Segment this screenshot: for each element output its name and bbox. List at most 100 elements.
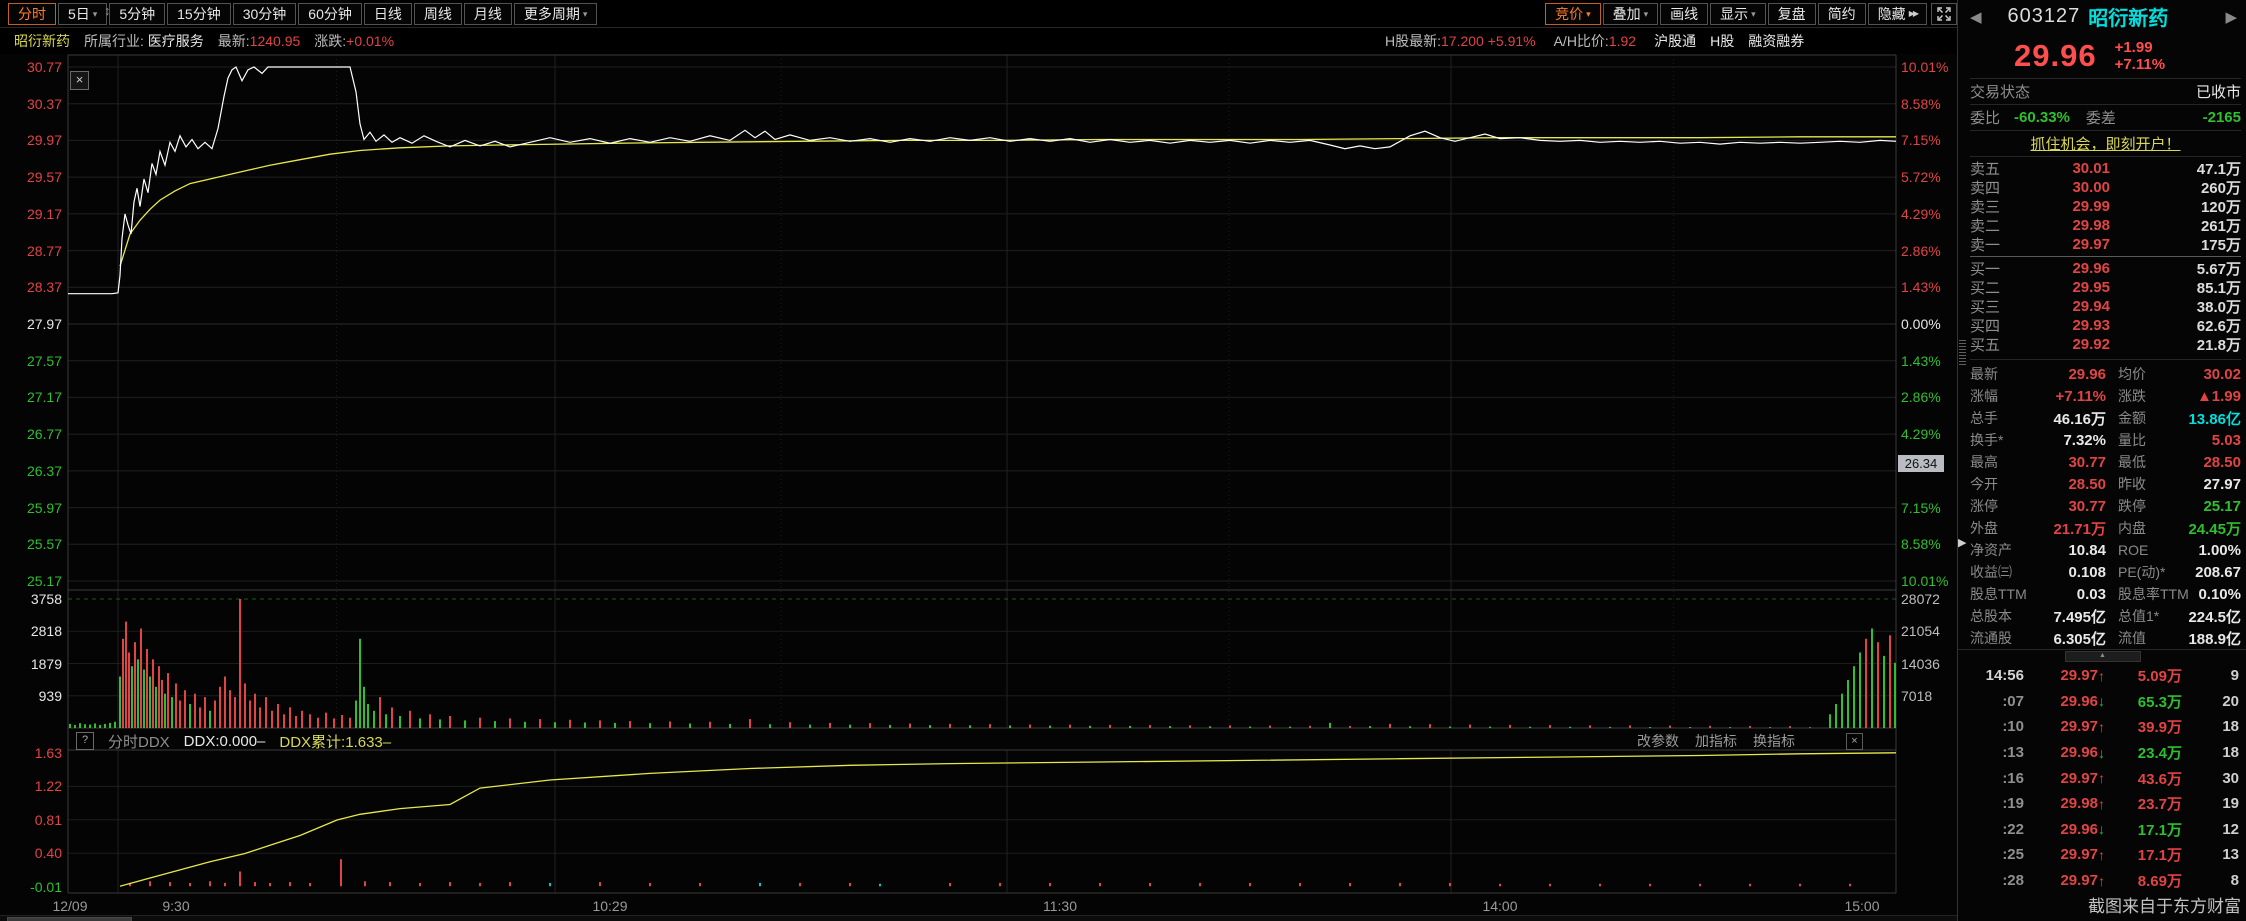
- ddx-action-换指标[interactable]: 换指标: [1753, 731, 1795, 751]
- tool-buttons: 竞价▾叠加▾画线显示▾复盘简约隐藏▶▶: [1545, 3, 1927, 25]
- watermark: 截图来自于东方财富: [2088, 892, 2241, 917]
- prev-stock-icon[interactable]: ◀: [1970, 8, 1982, 26]
- stat-value: 28.50: [2032, 476, 2106, 493]
- trade-price: 29.96: [2024, 693, 2098, 710]
- chevron-down-icon: ▾: [1586, 4, 1591, 24]
- trade-price: 29.97: [2024, 898, 2098, 899]
- ddx-action-加指标[interactable]: 加指标: [1695, 731, 1737, 751]
- timeshare-chart[interactable]: [0, 54, 1957, 921]
- trade-count: 12: [2182, 821, 2239, 838]
- period-button-周线[interactable]: 周线: [414, 3, 462, 25]
- stat-label: 量比: [2118, 430, 2178, 450]
- percent-tick: 10.01%: [1901, 573, 1959, 589]
- stat-row: 今开28.50昨收27.97: [1970, 473, 2241, 495]
- ddx-action-改参数[interactable]: 改参数: [1637, 731, 1679, 751]
- level-volume: 38.0万: [2110, 296, 2241, 317]
- period-button-60分钟[interactable]: 60分钟: [298, 3, 362, 25]
- stat-row: 外盘21.71万内盘24.45万: [1970, 517, 2241, 539]
- stat-row: 流通股6.305亿流值188.9亿: [1970, 627, 2241, 649]
- period-button-日线[interactable]: 日线: [364, 3, 412, 25]
- time-tick: 11:30: [1028, 898, 1092, 914]
- stat-label: 内盘: [2118, 518, 2178, 538]
- weicha-label: 委差: [2086, 107, 2116, 128]
- stat-label: 外盘: [1970, 518, 2032, 538]
- level-price[interactable]: 29.98: [2018, 217, 2110, 234]
- trade-price: 29.97: [2024, 718, 2098, 735]
- scrollbar-handle[interactable]: [7, 917, 132, 921]
- trade-price: 29.96: [2024, 744, 2098, 761]
- tool-button-画线[interactable]: 画线: [1660, 3, 1708, 25]
- quote-panel: ▶ ◀ 603127 昭衍新药 ▶ 29.96 +1.99 +7.11% 交易状…: [1957, 0, 2246, 921]
- stat-label: ROE: [2118, 542, 2178, 558]
- price-tick: 29.17: [0, 206, 62, 222]
- order-book-row: 卖五30.0147.1万: [1970, 159, 2241, 178]
- ddx-title[interactable]: 分时DDX: [108, 731, 170, 752]
- open-account-row: 抓住机会，即刻开户！: [1970, 130, 2241, 156]
- next-stock-icon[interactable]: ▶: [2225, 8, 2237, 26]
- tool-button-叠加[interactable]: 叠加▾: [1603, 3, 1659, 25]
- period-button-5日[interactable]: 5日▾: [58, 3, 107, 25]
- order-book-row: 买二29.9585.1万: [1970, 278, 2241, 297]
- tool-button-隐藏[interactable]: 隐藏▶▶: [1868, 3, 1927, 25]
- collapse-handle[interactable]: ▲: [2065, 651, 2141, 662]
- panel-collapse-icon[interactable]: ▶: [1958, 536, 1966, 549]
- panel-resize-handle[interactable]: [1959, 340, 1966, 366]
- tool-button-显示[interactable]: 显示▾: [1710, 3, 1766, 25]
- stat-label: 换手*: [1970, 430, 2032, 450]
- trade-row: :2229.96↓17.1万12: [1970, 817, 2241, 843]
- splitter-icon[interactable]: ↕: [104, 3, 111, 18]
- level-name: 卖二: [1970, 215, 2018, 236]
- industry-value[interactable]: 医疗服务: [148, 33, 204, 49]
- arrow-down-icon: ↓: [2098, 821, 2112, 837]
- stat-label: 股息率TTM: [2118, 584, 2178, 604]
- trade-volume: 23.7万: [2112, 793, 2182, 814]
- stat-row: 涨幅+7.11%涨跌▲1.99: [1970, 385, 2241, 407]
- level-price[interactable]: 30.01: [2018, 160, 2110, 177]
- level-price[interactable]: 29.94: [2018, 298, 2110, 315]
- tool-button-竞价[interactable]: 竞价▾: [1545, 3, 1601, 25]
- level-price[interactable]: 30.00: [2018, 179, 2110, 196]
- level-price[interactable]: 29.97: [2018, 236, 2110, 253]
- open-account-link[interactable]: 抓住机会，即刻开户！: [2030, 133, 2180, 154]
- ddx-cumulative-value: DDX累计:1.633–: [279, 731, 391, 752]
- tick-trades-list[interactable]: 14:5629.97↑5.09万9:0729.96↓65.3万20:1029.9…: [1970, 663, 2241, 899]
- level-price[interactable]: 29.93: [2018, 317, 2110, 334]
- time-tick: 14:00: [1468, 898, 1532, 914]
- level-price[interactable]: 29.92: [2018, 336, 2110, 353]
- price-tick: 29.97: [0, 132, 62, 148]
- stat-label: 昨收: [2118, 474, 2178, 494]
- tool-button-复盘[interactable]: 复盘: [1768, 3, 1816, 25]
- trade-status-value: 已收市: [2196, 81, 2241, 102]
- period-button-5分钟[interactable]: 5分钟: [109, 3, 165, 25]
- horizontal-scrollbar[interactable]: [0, 915, 1957, 921]
- price-change-pct: +7.11%: [2115, 56, 2165, 73]
- period-buttons: 分时5日▾5分钟15分钟30分钟60分钟日线周线月线更多周期▾: [8, 3, 597, 25]
- period-button-月线[interactable]: 月线: [464, 3, 512, 25]
- level-price[interactable]: 29.95: [2018, 279, 2110, 296]
- stats-grid: 最新29.96均价30.02涨幅+7.11%涨跌▲1.99总手46.16万金额1…: [1970, 359, 2241, 649]
- stat-label: 收益㈢: [1970, 562, 2032, 582]
- period-button-更多周期[interactable]: 更多周期▾: [514, 3, 598, 25]
- percent-tick: 10.01%: [1901, 59, 1959, 75]
- level-price[interactable]: 29.99: [2018, 198, 2110, 215]
- trade-time: :07: [1970, 693, 2024, 710]
- chevron-down-icon: ▾: [93, 4, 98, 24]
- period-button-30分钟[interactable]: 30分钟: [233, 3, 297, 25]
- help-icon[interactable]: ?: [76, 732, 94, 750]
- arrow-up-icon: ↑: [2098, 873, 2112, 889]
- stock-info-bar: 昭衍新药 所属行业: 医疗服务 最新:1240.95 涨跌:+0.01% H股最…: [0, 28, 1957, 54]
- ah-value: 1.92: [1609, 33, 1636, 49]
- industry-latest-value: 1240.95: [250, 33, 301, 49]
- tool-button-简约[interactable]: 简约: [1818, 3, 1866, 25]
- ddx-close-icon[interactable]: ×: [1846, 733, 1863, 750]
- period-button-分时[interactable]: 分时: [8, 3, 56, 25]
- level-price[interactable]: 29.96: [2018, 260, 2110, 277]
- trade-volume: 8.69万: [2112, 870, 2182, 891]
- stat-value: ▲1.99: [2178, 388, 2241, 405]
- stock-name: 昭衍新药: [14, 31, 70, 51]
- ddx-tick: 1.22: [0, 778, 62, 794]
- period-button-15分钟[interactable]: 15分钟: [167, 3, 231, 25]
- hshare-pct: +5.91%: [1488, 33, 1536, 49]
- fullscreen-button[interactable]: [1931, 3, 1957, 25]
- close-icon[interactable]: ×: [70, 71, 89, 90]
